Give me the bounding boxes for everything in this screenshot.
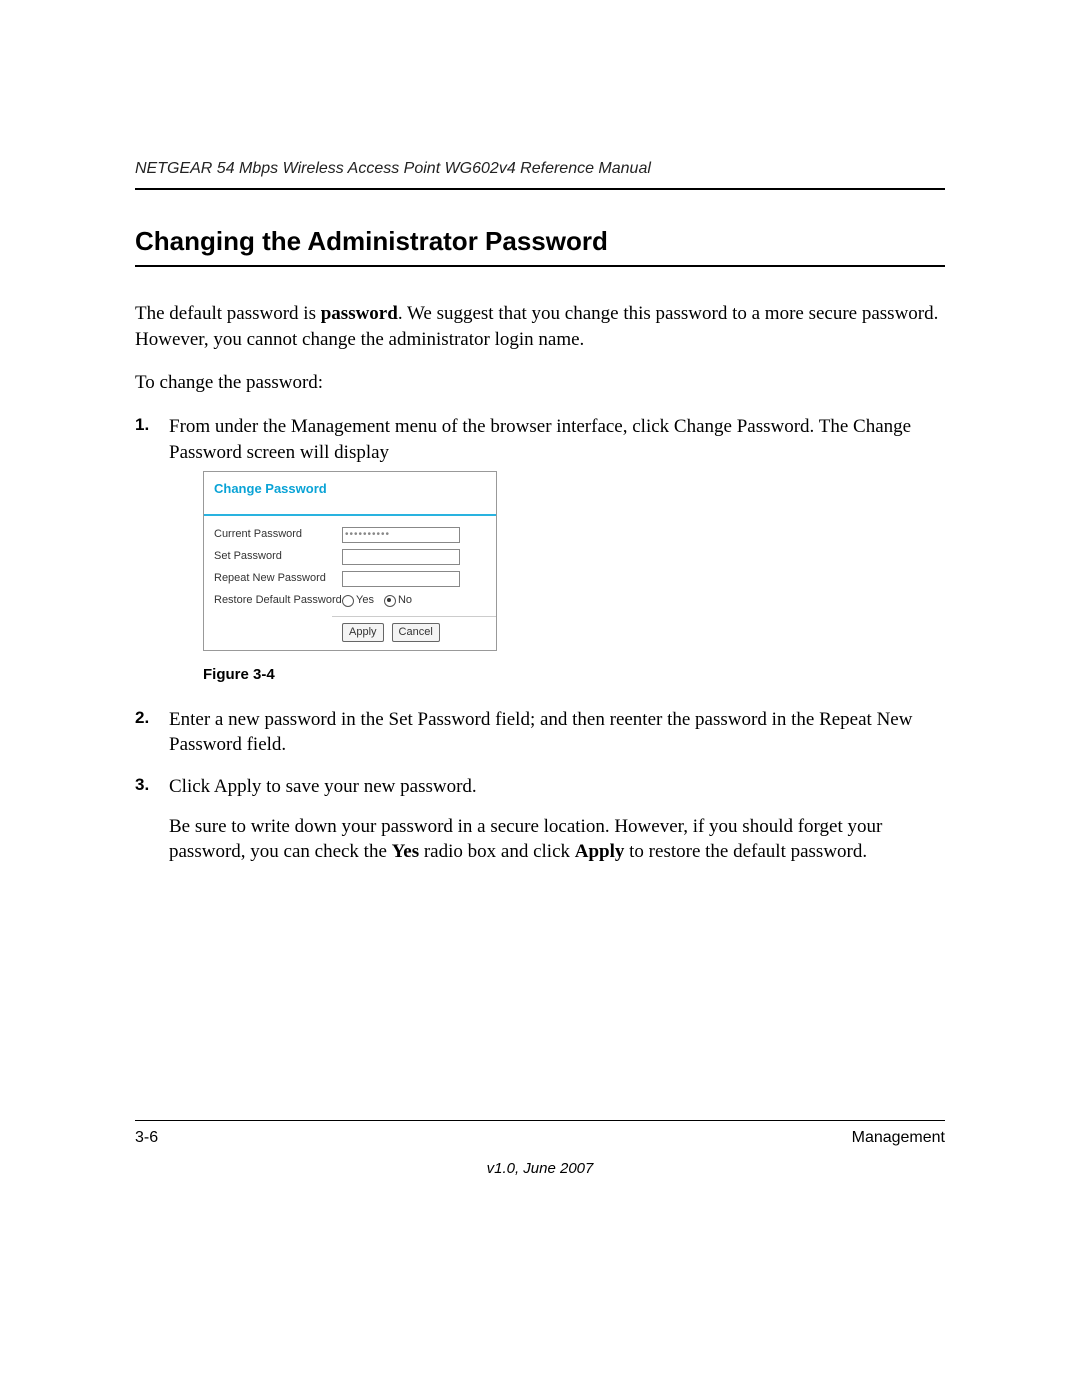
text-bold: Set Password [389,709,491,730]
repeat-password-input[interactable] [342,571,460,587]
step-number: 2. [135,707,149,730]
change-password-panel: Change Password Current Password •••••••… [203,471,497,650]
text-bold: Apply [575,841,625,862]
page-number: 3-6 [135,1129,158,1147]
step-1: 1. From under the Management menu of the… [135,414,945,685]
panel-title: Change Password [204,472,496,516]
row-set-password: Set Password [214,546,486,568]
section-heading: Changing the Administrator Password [135,226,945,267]
label-current-password: Current Password [214,527,342,542]
text: field. [242,734,286,755]
text-bold: Change Password. [674,416,814,437]
panel-footer: Apply Cancel [332,616,496,650]
row-restore-default: Restore Default Password Yes No [214,590,486,612]
text-bold: Apply [214,776,262,797]
text: From under the [169,416,291,437]
cancel-button[interactable]: Cancel [392,623,440,642]
panel-body: Current Password •••••••••• Set Password… [204,516,496,616]
step-number: 3. [135,774,149,797]
label-set-password: Set Password [214,549,342,564]
lead-text: To change the password: [135,370,945,396]
radio-yes-label: Yes [356,594,374,606]
radio-yes-wrapper[interactable]: Yes [342,593,374,608]
text: field; and then reenter the password in … [490,709,819,730]
label-repeat-password: Repeat New Password [214,571,342,586]
label-restore-default: Restore Default Password [214,593,342,608]
figure-caption: Figure 3-4 [203,665,945,685]
set-password-input[interactable] [342,549,460,565]
step-3: 3. Click Apply to save your new password… [135,774,945,865]
text-bold: Yes [392,841,419,862]
radio-no-wrapper[interactable]: No [384,593,412,608]
radio-yes-icon [342,595,354,607]
text: screen will display [242,442,389,463]
text: Click [169,776,214,797]
restore-radio-group: Yes No [342,593,412,608]
row-current-password: Current Password •••••••••• [214,524,486,546]
step-number: 1. [135,414,149,437]
text-bold: Management [291,416,390,437]
section-name: Management [852,1129,945,1147]
document-page: NETGEAR 54 Mbps Wireless Access Point WG… [0,0,1080,1397]
apply-button[interactable]: Apply [342,623,384,642]
document-header: NETGEAR 54 Mbps Wireless Access Point WG… [135,160,945,190]
text: The default password is [135,303,321,324]
radio-no-icon [384,595,396,607]
intro-paragraph: The default password is password. We sug… [135,301,945,352]
document-footer: 3-6 Management [135,1120,945,1147]
text: The [814,416,853,437]
steps-list: 1. From under the Management menu of the… [135,414,945,865]
text: Enter a new password in the [169,709,389,730]
step-2: 2. Enter a new password in the Set Passw… [135,707,945,758]
row-repeat-password: Repeat New Password [214,568,486,590]
text: radio box and click [419,841,575,862]
text: to save your new password. [261,776,476,797]
radio-no-label: No [398,594,412,606]
text: menu of the browser interface, click [390,416,674,437]
note-paragraph: Be sure to write down your password in a… [169,814,945,865]
current-password-input[interactable]: •••••••••• [342,527,460,543]
text-bold: password [321,303,398,324]
document-version: v1.0, June 2007 [0,1160,1080,1177]
text: to restore the default password. [624,841,867,862]
